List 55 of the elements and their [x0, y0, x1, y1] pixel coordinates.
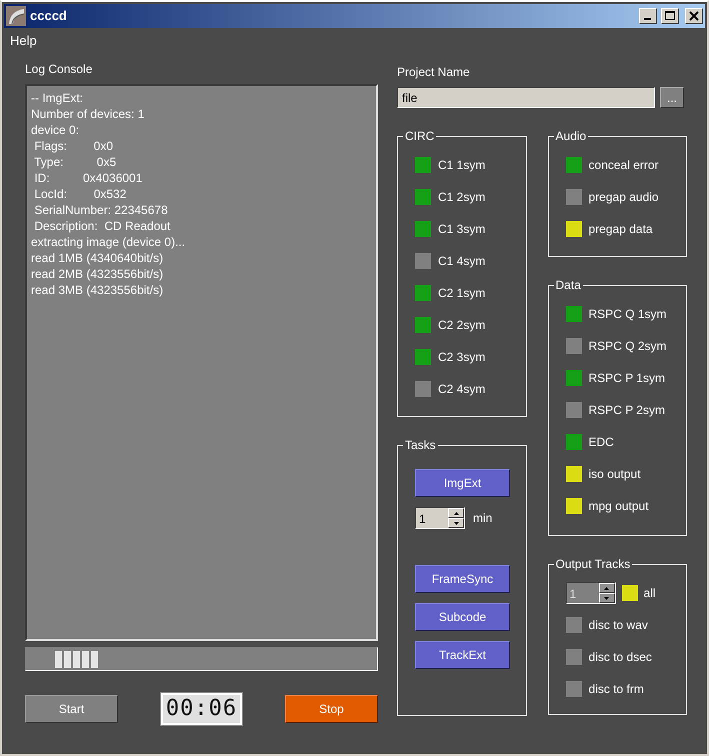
log-console: -- ImgExt: Number of devices: 1 device 0: Flags: 0x0 Type: 0x5 ID: 0x4036001 LocId: 0x532 SerialNumber: 22345678 Description: CD Readout extracting image (device 0)... read 1MB (4340640bit/s) read 2MB (4323556bit/s) read 3MB (4323556bit/s) — [25, 84, 378, 641]
group-title: Tasks — [403, 438, 438, 452]
status-label: RSPC Q 2sym — [588, 338, 667, 355]
unit-label: min — [473, 510, 492, 527]
close-icon — [688, 10, 700, 22]
group-title: Output Tracks — [554, 557, 632, 571]
browse-button[interactable]: ... — [660, 87, 684, 108]
up-arrow-icon[interactable] — [604, 586, 610, 590]
menu-item[interactable]: Help — [10, 31, 37, 51]
status-label: C1 4sym — [438, 253, 486, 270]
start-button[interactable]: Start — [25, 695, 118, 723]
project-name-field[interactable]: file — [397, 87, 655, 108]
group-title: CIRC — [403, 129, 436, 143]
minimize-button[interactable] — [639, 8, 657, 24]
status-label: C1 1sym — [438, 157, 486, 174]
status-label: disc to frm — [588, 681, 644, 698]
window-title: ccccd — [30, 7, 67, 26]
status-label: all — [644, 585, 656, 602]
down-arrow-icon[interactable] — [454, 522, 458, 524]
spin-box[interactable]: 1 — [415, 507, 465, 529]
task-button[interactable]: ImgExt — [415, 469, 510, 497]
up-arrow-icon[interactable] — [454, 512, 458, 514]
status-label: conceal error — [588, 157, 659, 174]
status-label: iso output — [588, 466, 641, 483]
stop-button[interactable]: Stop — [284, 695, 378, 723]
task-button[interactable]: FrameSync — [415, 565, 510, 593]
spin-box[interactable]: 1 — [566, 582, 616, 604]
app-icon — [6, 6, 26, 26]
field-label: Project Name — [397, 64, 470, 81]
task-button[interactable]: TrackExt — [415, 641, 510, 669]
down-arrow-icon[interactable] — [604, 596, 610, 600]
close-button[interactable] — [685, 8, 703, 24]
status-label: EDC — [588, 434, 614, 451]
status-label: C2 1sym — [438, 285, 486, 302]
status-label: disc to wav — [588, 617, 648, 634]
group-title: Data — [554, 278, 583, 292]
status-label: mpg output — [588, 498, 649, 515]
status-label: RSPC P 2sym — [588, 402, 665, 419]
status-label: C2 3sym — [438, 349, 486, 366]
status-label: C2 2sym — [438, 317, 486, 334]
timer-display: 00:06 — [160, 693, 242, 725]
status-label: pregap data — [588, 221, 653, 238]
maximize-icon — [664, 10, 676, 22]
status-label: RSPC P 1sym — [588, 370, 665, 387]
maximize-button[interactable] — [661, 8, 679, 24]
group-title: Audio — [554, 129, 588, 143]
status-label: RSPC Q 1sym — [588, 306, 667, 323]
status-label: C1 2sym — [438, 189, 486, 206]
status-label: C1 3sym — [438, 221, 486, 238]
status-label: C2 4sym — [438, 381, 486, 398]
status-label: disc to dsec — [588, 649, 652, 666]
section-label: Log Console — [25, 61, 92, 78]
task-button[interactable]: Subcode — [415, 603, 510, 631]
minimize-icon — [644, 17, 652, 21]
status-label: pregap audio — [588, 189, 659, 206]
